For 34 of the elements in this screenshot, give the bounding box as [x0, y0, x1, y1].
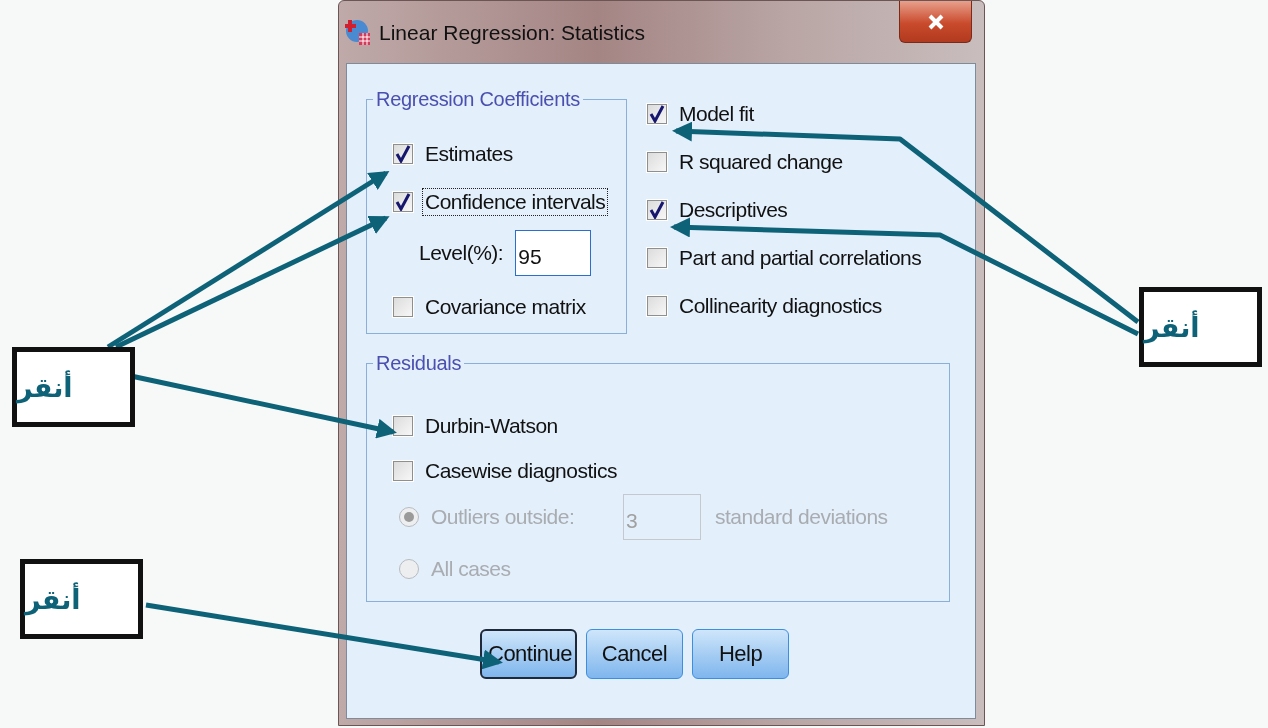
checkbox[interactable]	[647, 248, 667, 268]
app-icon	[345, 17, 371, 47]
checkbox[interactable]	[393, 144, 413, 164]
checkbox[interactable]	[393, 297, 413, 317]
checkbox-label[interactable]: Collinearity diagnostics	[676, 292, 885, 320]
checkbox[interactable]	[393, 460, 413, 481]
checkbox-label[interactable]: Confidence intervals	[422, 188, 609, 216]
checkbox-label[interactable]: Descriptives	[676, 196, 791, 224]
window-title: Linear Regression: Statistics	[379, 21, 646, 45]
units-label: standard deviations	[714, 504, 889, 530]
close-icon	[927, 13, 944, 30]
checkbox-label[interactable]: R squared change	[676, 148, 846, 176]
checkbox[interactable]	[647, 200, 667, 220]
dialog-button[interactable]: Cancel	[586, 629, 683, 679]
checkbox-label[interactable]: Covariance matrix	[422, 293, 589, 321]
checkbox[interactable]	[647, 104, 667, 124]
callout-box: أنقر	[12, 347, 135, 427]
checkbox-label[interactable]: Model fit	[676, 100, 757, 128]
checkbox-label[interactable]: Durbin-Watson	[422, 411, 561, 440]
level-label: Level(%):	[418, 240, 505, 266]
checkbox[interactable]	[647, 296, 667, 316]
checkbox-label[interactable]: Casewise diagnostics	[422, 456, 620, 485]
dialog-button[interactable]: Help	[692, 629, 789, 679]
checkbox[interactable]	[647, 152, 667, 172]
callout-box: أنقر	[1139, 287, 1262, 367]
checkbox-label[interactable]: Part and partial correlations	[676, 244, 925, 272]
checkbox[interactable]	[393, 415, 413, 436]
level-field[interactable]: 95	[515, 230, 592, 276]
close-button[interactable]	[899, 1, 972, 43]
group-title: Residuals	[375, 352, 463, 375]
checkbox[interactable]	[393, 192, 413, 212]
group-title: Regression Coefficients	[375, 88, 581, 111]
callout-box: أنقر	[20, 559, 143, 639]
checkbox-label[interactable]: Estimates	[422, 140, 516, 168]
